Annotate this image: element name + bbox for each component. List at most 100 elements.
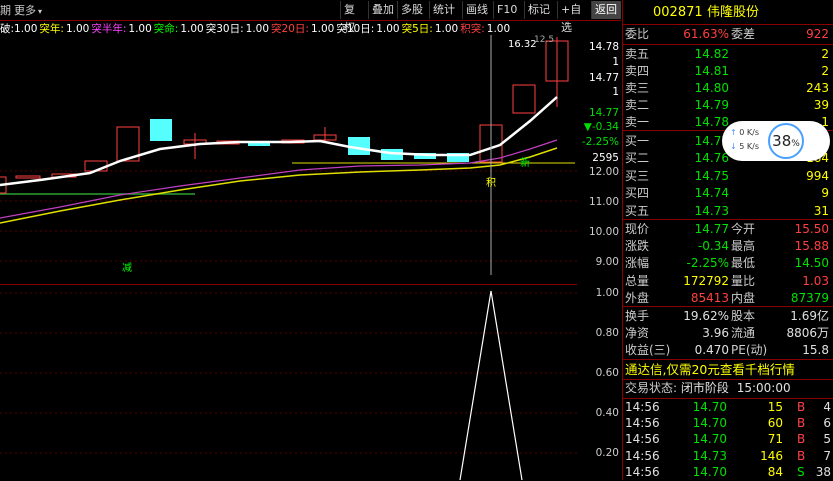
order-price: 14.75 bbox=[694, 168, 729, 183]
order-volume: 9 bbox=[821, 186, 829, 201]
stat-row: 净资 3.96 流通 8806万 bbox=[625, 326, 829, 340]
axis-tick: 1.00 bbox=[595, 287, 619, 299]
legend-item: 1.00 bbox=[310, 23, 335, 35]
memory-percent: 38% bbox=[768, 123, 804, 159]
order-price: 14.73 bbox=[694, 203, 729, 218]
toolbar-button-5[interactable]: F10 bbox=[493, 1, 524, 19]
orderbook-row[interactable]: 卖二 14.79 39 bbox=[625, 97, 831, 114]
tick-row: 14:56 14.70 71 B 5 bbox=[625, 432, 831, 447]
orderbook-row[interactable]: 买四 14.74 9 bbox=[625, 185, 831, 202]
stat-row: 涨跌 -0.34 最高 15.88 bbox=[625, 239, 829, 254]
order-price: 14.78 bbox=[694, 115, 729, 129]
order-price: 14.82 bbox=[694, 47, 729, 61]
orderbook-row[interactable]: 买三 14.75 994 bbox=[625, 168, 831, 185]
more-menu[interactable]: 更多 ▾ bbox=[14, 2, 42, 18]
legend-item: 突命: bbox=[153, 23, 179, 35]
weibi-value: 61.63% bbox=[683, 27, 729, 41]
order-price: 14.74 bbox=[694, 186, 729, 201]
chart-top-right-value: 12.5 bbox=[534, 35, 554, 45]
axis-overlay-value: -2.25% bbox=[581, 136, 619, 148]
toolbar-button-8[interactable]: 返回 bbox=[591, 1, 621, 19]
toolbar-button-1[interactable]: 叠加 bbox=[368, 1, 397, 19]
candle bbox=[15, 175, 41, 179]
tick-row: 14:56 14.70 60 B 6 bbox=[625, 416, 831, 431]
kline-chart[interactable]: 16.32 12.5 减 积 新 bbox=[0, 35, 577, 275]
stat-row: 总量 172792 量比 1.03 bbox=[625, 273, 829, 288]
network-speed-widget[interactable]: ↑ 0 K/s ↓ 5 K/s 38% bbox=[722, 121, 830, 161]
axis-tick: 12.00 bbox=[588, 166, 619, 178]
marker-xin: 新 bbox=[520, 156, 530, 169]
order-volume: 243 bbox=[806, 81, 829, 95]
legend-item: 1.00 bbox=[486, 23, 511, 35]
axis-overlay-value: 14.77 bbox=[588, 72, 619, 84]
period-label[interactable]: 期 bbox=[0, 2, 11, 18]
indicator-legend: 破:1.00 突年: 1.00 突半年: 1.00 突命: 1.00 突30日: 1.00 突20… bbox=[0, 21, 580, 35]
stock-header: 002871 伟隆股份 bbox=[625, 4, 831, 21]
axis-overlay-value: 1 bbox=[612, 56, 619, 68]
weicha-value: 922 bbox=[806, 27, 829, 41]
axis-tick: 0.40 bbox=[595, 407, 619, 419]
tick-row: 14:56 14.70 15 B 4 bbox=[625, 400, 831, 414]
order-volume: 2 bbox=[821, 47, 829, 61]
axis-overlay-value: ▼-0.34 bbox=[583, 121, 619, 133]
order-volume: 31 bbox=[813, 203, 829, 218]
orderbook-row[interactable]: 买五 14.73 31 bbox=[625, 203, 831, 220]
candles bbox=[0, 37, 569, 194]
stat-row: 外盘 85413 内盘 87379 bbox=[625, 290, 829, 305]
marker-ji: 积 bbox=[486, 177, 496, 189]
legend-item: 突5日: bbox=[401, 23, 433, 35]
upgrade-banner[interactable]: 通达信,仅需20元查看千档行情 bbox=[625, 361, 831, 378]
axis-overlay-value: 1 bbox=[612, 86, 619, 98]
toolbar: 期 更多 ▾ 复权 叠加 多股 统计 画线 F10 标记 +自选 返回 bbox=[0, 0, 621, 34]
order-volume: 2 bbox=[821, 64, 829, 78]
orderbook-row[interactable]: 卖五 14.82 2 bbox=[625, 46, 831, 63]
indicator-chart[interactable] bbox=[0, 285, 577, 480]
trade-status: 交易状态: 闭市阶段 15:00:00 bbox=[625, 381, 791, 395]
toolbar-button-4[interactable]: 画线 bbox=[462, 1, 493, 19]
legend-item: 突30日: bbox=[205, 23, 244, 35]
arrow-down-icon: ↓ bbox=[730, 142, 737, 151]
orderbook-row[interactable]: 卖四 14.81 2 bbox=[625, 63, 831, 80]
axis-tick: 0.60 bbox=[595, 367, 619, 379]
axis-overlay-value: 14.78 bbox=[588, 41, 619, 53]
order-volume: 994 bbox=[806, 168, 829, 183]
toolbar-button-3[interactable]: 统计 bbox=[429, 1, 462, 19]
toolbar-button-0[interactable]: 复权 bbox=[340, 1, 368, 34]
orderbook-row[interactable]: 卖三 14.80 243 bbox=[625, 80, 831, 97]
stat-row: 换手 19.62% 股本 1.69亿 bbox=[625, 309, 829, 323]
ma-white bbox=[0, 96, 558, 187]
legend-item: 1.00 bbox=[65, 23, 90, 35]
arrow-up-icon: ↑ bbox=[730, 128, 737, 137]
legend-item: 突20日: bbox=[271, 23, 309, 35]
ma-yellow bbox=[0, 147, 558, 224]
stat-row: 涨幅 -2.25% 最低 14.50 bbox=[625, 256, 829, 271]
toolbar-button-7[interactable]: +自选 bbox=[557, 1, 591, 34]
candle bbox=[512, 84, 536, 114]
stock-code: 002871 bbox=[653, 5, 703, 20]
tick-row: 14:56 14.73 146 B 7 bbox=[625, 448, 831, 463]
order-price: 14.77 bbox=[694, 134, 729, 148]
legend-item: 突半年: bbox=[91, 23, 127, 35]
legend-item: 1.00 bbox=[434, 23, 459, 35]
indicator-axis: 1.00 0.80 0.60 0.40 0.20 bbox=[578, 285, 621, 480]
order-volume: 39 bbox=[813, 98, 829, 112]
order-price: 14.81 bbox=[694, 64, 729, 78]
order-price: 14.80 bbox=[694, 81, 729, 95]
axis-tick: 0.20 bbox=[595, 447, 619, 459]
toolbar-button-2[interactable]: 多股 bbox=[397, 1, 429, 19]
candle bbox=[150, 119, 172, 141]
triangle-down-icon: ▾ bbox=[38, 7, 43, 16]
axis-tick: 11.00 bbox=[588, 196, 619, 208]
legend-item: 1.00 bbox=[376, 23, 400, 35]
legend-item: 破:1.00 bbox=[0, 23, 38, 35]
quote-panel: 002871 伟隆股份 委比 61.63% 委差 922 卖五 14.82 2 卖四 1… bbox=[622, 0, 833, 480]
marker-jian: 减 bbox=[122, 262, 132, 274]
order-price: 14.79 bbox=[694, 98, 729, 112]
legend-item: 1.00 bbox=[128, 23, 152, 35]
crosshair-price: 16.32 bbox=[508, 39, 537, 50]
legend-item: 积突: bbox=[460, 23, 485, 35]
legend-item: 1.00 bbox=[180, 23, 204, 35]
toolbar-button-6[interactable]: 标记 bbox=[524, 1, 557, 19]
stock-name: 伟隆股份 bbox=[707, 5, 760, 20]
weibi-row: 委比 61.63% 委差 922 bbox=[625, 27, 829, 41]
